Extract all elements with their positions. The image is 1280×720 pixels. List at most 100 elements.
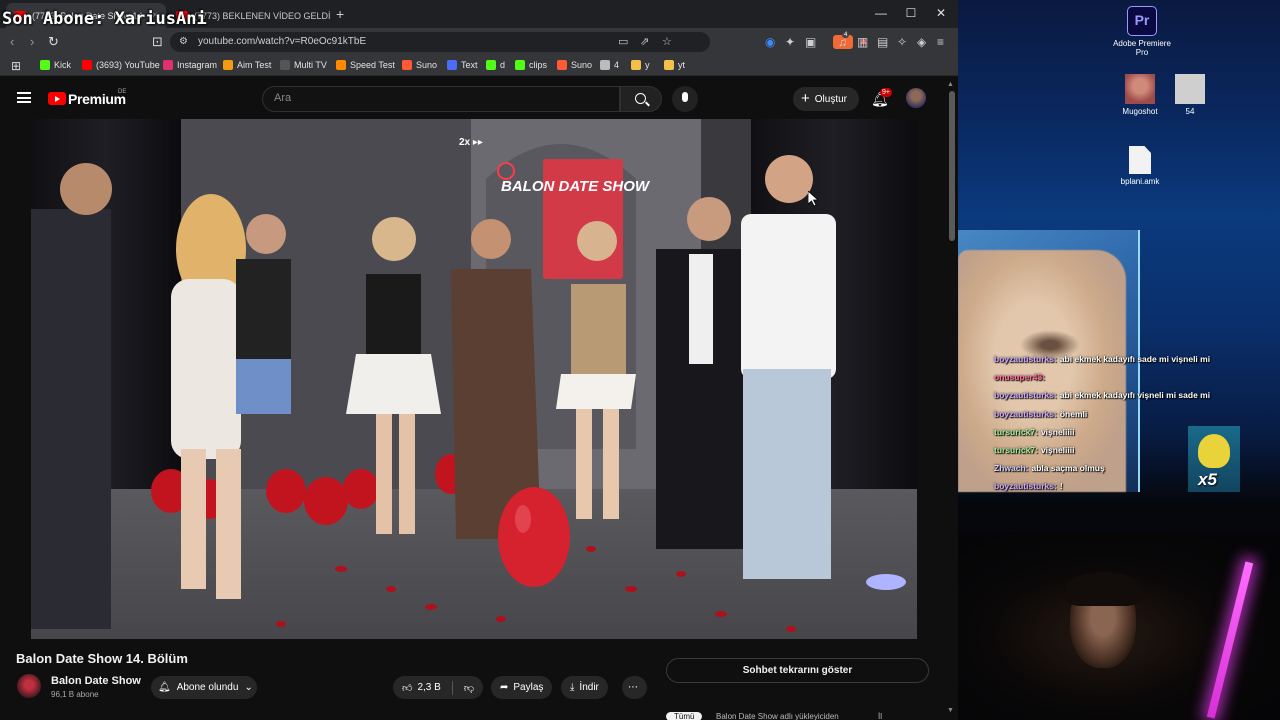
bookmark-item[interactable]: Text bbox=[447, 60, 478, 70]
leo-ai-icon[interactable]: ✧ bbox=[897, 35, 907, 49]
media-controls-icon[interactable]: ♫ bbox=[838, 35, 847, 49]
watch-thumbnail-icon bbox=[1175, 74, 1205, 104]
reload-button[interactable]: ↻ bbox=[48, 34, 59, 50]
bookmark-item[interactable]: (3693) YouTube bbox=[82, 60, 160, 70]
vpn-icon[interactable]: ◈ bbox=[917, 35, 926, 49]
bookmark-page-icon[interactable]: ⊡ bbox=[152, 34, 163, 50]
bookmark-star-icon[interactable]: ☆ bbox=[662, 35, 672, 48]
bookmark-favicon-icon bbox=[447, 60, 457, 70]
bookmark-item[interactable]: yt bbox=[664, 60, 685, 70]
site-info-icon[interactable]: ⚙ bbox=[179, 36, 188, 47]
bookmark-item[interactable]: Speed Test bbox=[336, 60, 395, 70]
desktop-icon-54[interactable]: 54 bbox=[1166, 74, 1214, 116]
close-window-button[interactable]: ✕ bbox=[934, 6, 948, 20]
chat-username: boyzautisturks: bbox=[994, 481, 1057, 492]
bookmark-item[interactable]: clips bbox=[515, 60, 547, 70]
account-avatar[interactable] bbox=[906, 88, 926, 108]
url-field[interactable]: ⚙ youtube.com/watch?v=R0eOc91kTbE ▭ ⇗ ☆ … bbox=[170, 32, 869, 52]
create-button[interactable]: + Oluştur bbox=[793, 87, 859, 111]
playback-speed-value: 2x bbox=[459, 137, 471, 148]
bookmarks-bar: ⊞ Kick (3693) YouTube Instagram Aim Test Mul… bbox=[0, 56, 958, 76]
search-button[interactable] bbox=[620, 86, 662, 112]
channel-name[interactable]: Balon Date Show bbox=[51, 675, 141, 687]
tab-title: (7773) BEKLENEN VİDEO GELDİ / BİT bbox=[194, 10, 330, 21]
chat-username: Zhwach: bbox=[994, 463, 1029, 474]
desktop-icon-label: Mugoshot bbox=[1122, 107, 1158, 116]
menu-icon[interactable]: ≡ bbox=[937, 35, 944, 49]
hamburger-menu-icon[interactable] bbox=[17, 92, 31, 103]
chat-message: boyzautisturks: abi ekmek kadayıfı vişnel… bbox=[994, 386, 1274, 404]
bookmark-item[interactable]: Suno bbox=[557, 60, 592, 70]
fast-forward-icon: ▸▸ bbox=[472, 137, 483, 148]
bookmark-label: y bbox=[645, 60, 650, 70]
desktop-icon-label: bplani.amk bbox=[1120, 177, 1160, 186]
like-icon[interactable]: 👍︎ bbox=[402, 682, 412, 694]
desktop-icon-bplani[interactable]: bplani.amk bbox=[1114, 146, 1166, 186]
plus-icon: + bbox=[801, 90, 810, 107]
dislike-icon[interactable]: 👎︎ bbox=[464, 682, 474, 694]
maximize-button[interactable]: ☐ bbox=[904, 6, 918, 20]
like-dislike-group: 👍︎ 2,3 B 👎︎ bbox=[393, 676, 483, 699]
desktop-icon-mugoshot[interactable]: Mugoshot bbox=[1112, 74, 1168, 116]
cast-icon[interactable]: ▭ bbox=[618, 35, 628, 48]
bookmark-favicon-icon bbox=[486, 60, 496, 70]
chat-text: önemli bbox=[1059, 408, 1088, 419]
bookmark-favicon-icon bbox=[515, 60, 525, 70]
wallet-icon[interactable]: ▤ bbox=[877, 35, 888, 49]
subscribed-button[interactable]: 🔔︎ Abone olundu ⌄ bbox=[151, 676, 257, 699]
extension-puzzle-icon[interactable]: ✦ bbox=[785, 35, 795, 49]
streamer-hair bbox=[1066, 572, 1140, 606]
bookmark-label: yt bbox=[678, 60, 686, 70]
chat-username: boyzautisturks: bbox=[994, 408, 1057, 419]
bookmark-item[interactable]: Aim Test bbox=[223, 60, 271, 70]
page-scrollbar[interactable] bbox=[949, 91, 955, 241]
back-button[interactable]: ‹ bbox=[10, 34, 14, 49]
bookmark-item[interactable]: y bbox=[631, 60, 650, 70]
bookmark-item[interactable]: Kick bbox=[40, 60, 71, 70]
bell-icon: 🔔︎ bbox=[158, 682, 171, 693]
url-text: youtube.com/watch?v=R0eOc91kTbE bbox=[198, 36, 367, 47]
voice-search-button[interactable] bbox=[672, 86, 698, 112]
audio-playing-icon[interactable]: ◉ bbox=[765, 35, 775, 49]
video-player[interactable]: BALON DATE SHOW 2x ▸▸ bbox=[31, 119, 917, 639]
mouse-cursor-icon bbox=[808, 191, 818, 207]
bookmark-item[interactable]: Multi TV bbox=[280, 60, 327, 70]
bookmark-favicon-icon bbox=[82, 60, 92, 70]
minimize-button[interactable]: — bbox=[874, 6, 888, 20]
channel-avatar[interactable] bbox=[17, 674, 41, 698]
chip-all[interactable]: Tümü bbox=[666, 712, 703, 720]
bookmark-item[interactable]: 4 bbox=[600, 60, 619, 70]
like-count[interactable]: 2,3 B bbox=[417, 682, 440, 693]
share-page-icon[interactable]: ⇗ bbox=[640, 35, 649, 48]
playback-speed-indicator: 2x ▸▸ bbox=[459, 137, 483, 148]
chip-from-uploader[interactable]: Balon Date Show adlı yükleyiciden bbox=[716, 712, 839, 720]
download-button[interactable]: ⤓ İndir bbox=[561, 676, 608, 699]
bookmark-favicon-icon bbox=[600, 60, 610, 70]
bookmark-item[interactable]: Suno bbox=[402, 60, 437, 70]
share-icon: ➦ bbox=[500, 682, 509, 693]
file-icon bbox=[1129, 146, 1151, 174]
new-tab-button[interactable]: + bbox=[336, 6, 344, 22]
notifications-badge: 9+ bbox=[880, 88, 892, 97]
scroll-up-icon[interactable]: ▲ bbox=[947, 81, 954, 88]
download-icon: ⤓ bbox=[570, 682, 575, 693]
desktop-icon-label: 54 bbox=[1185, 107, 1195, 116]
show-chat-replay-button[interactable]: Sohbet tekrarını göster bbox=[666, 658, 929, 683]
more-actions-button[interactable]: ⋯ bbox=[622, 676, 647, 699]
forward-button[interactable]: › bbox=[30, 34, 34, 49]
chip-related[interactable]: İl bbox=[878, 712, 882, 720]
bookmark-item[interactable]: Instagram bbox=[163, 60, 217, 70]
download-label: İndir bbox=[579, 682, 599, 693]
share-button[interactable]: ➦ Paylaş bbox=[491, 676, 553, 699]
desktop-icon-premiere[interactable]: Pr Adobe Premiere Pro bbox=[1110, 6, 1174, 57]
youtube-logo-icon[interactable] bbox=[48, 92, 66, 105]
sidebar-icon[interactable]: ▥ bbox=[857, 35, 868, 49]
search-input[interactable] bbox=[274, 92, 604, 104]
balon-date-show-sign: BALON DATE SHOW bbox=[501, 178, 651, 195]
apps-grid-icon[interactable]: ⊞ bbox=[11, 59, 21, 73]
chat-username: boyzautisturks: bbox=[994, 390, 1057, 401]
chat-username: tursurick7: bbox=[994, 445, 1038, 456]
bookmark-item[interactable]: d bbox=[486, 60, 505, 70]
scroll-down-icon[interactable]: ▼ bbox=[947, 707, 954, 714]
screenshot-icon[interactable]: ▣ bbox=[805, 35, 816, 49]
